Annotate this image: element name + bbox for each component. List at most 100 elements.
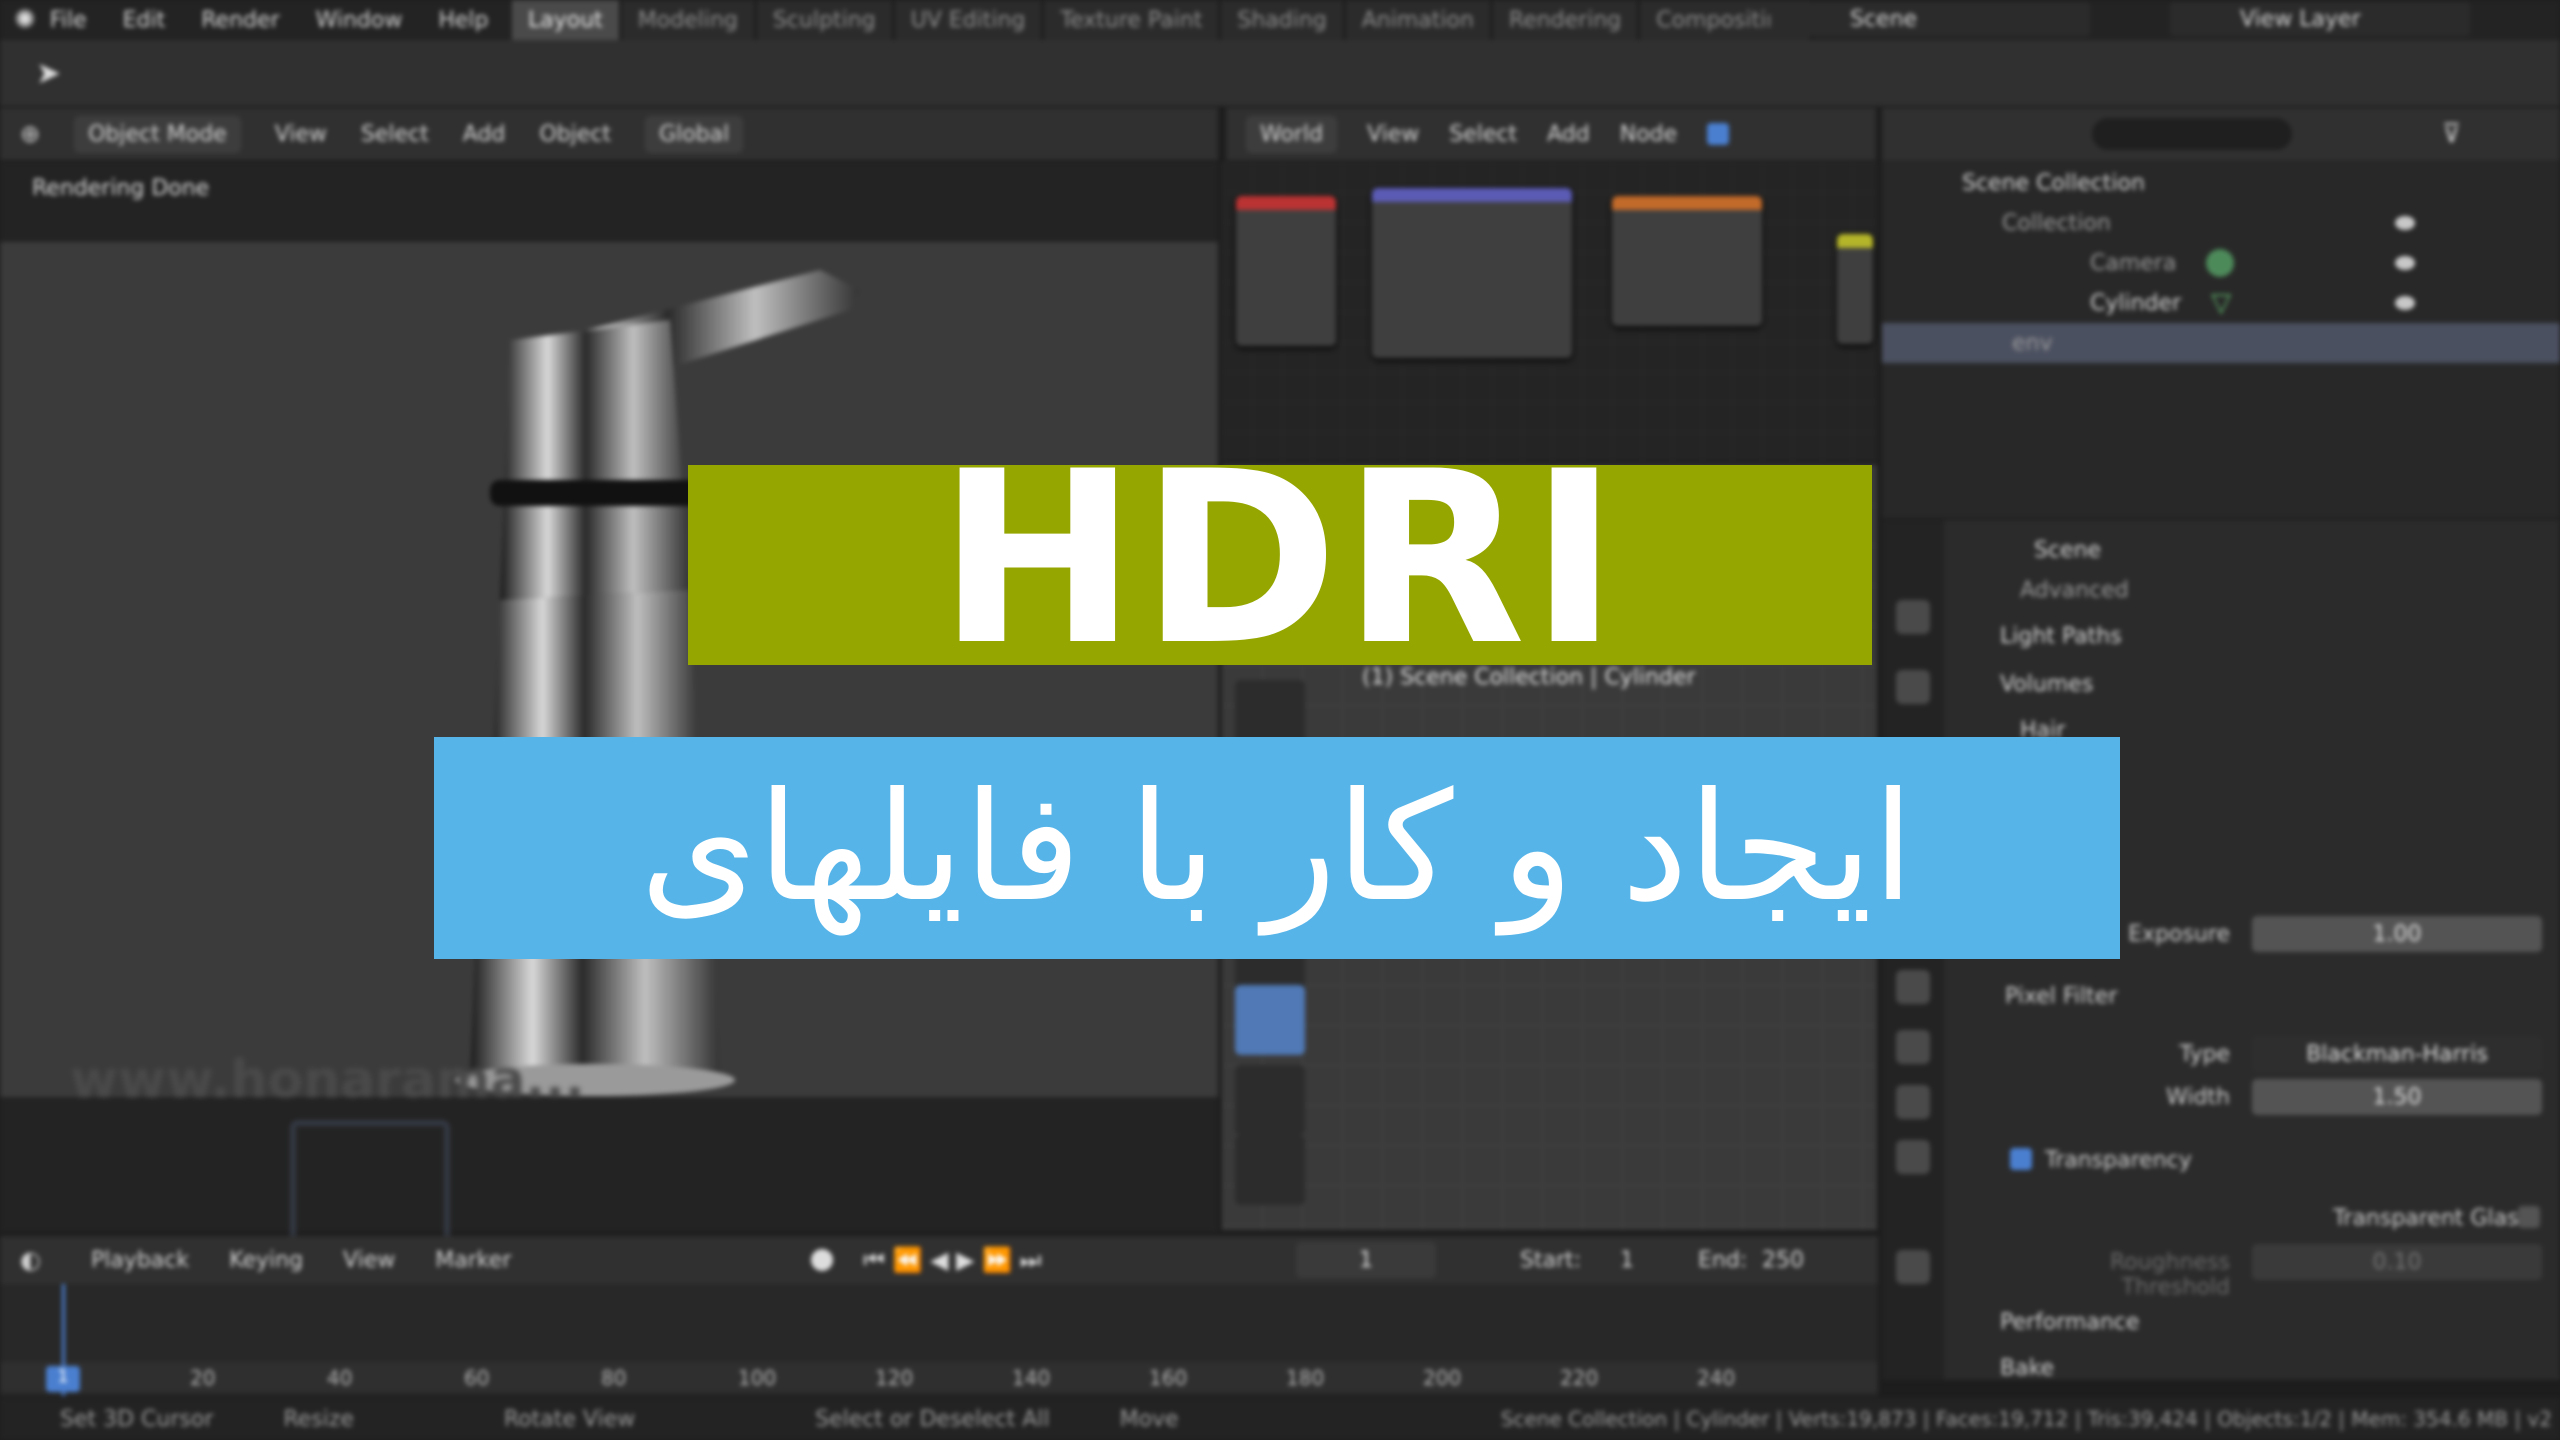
tab-rendering[interactable]: Rendering — [1492, 0, 1641, 40]
menu-help[interactable]: Help — [438, 8, 488, 33]
filter-width-field[interactable]: 1.50 — [2252, 1079, 2542, 1115]
tab-uv-editing[interactable]: UV Editing — [894, 0, 1045, 40]
timeline-tick-label: 240 — [1697, 1366, 1736, 1390]
subtitle-blue-band: ایجاد و کار با فایلهای — [434, 737, 2120, 959]
exposure-field[interactable]: 1.00 — [2252, 916, 2542, 952]
mesh-data-icon: ▽ — [2211, 288, 2232, 318]
texture-properties-icon[interactable] — [1896, 1250, 1930, 1284]
outliner-search-input[interactable] — [2092, 118, 2292, 150]
physics-properties-icon[interactable] — [1896, 1085, 1930, 1119]
modifier-properties-icon[interactable] — [1896, 1030, 1930, 1064]
shader-node-editor[interactable] — [1222, 162, 1877, 462]
outliner-row-collection[interactable]: Collection — [1882, 203, 2560, 243]
section-bake[interactable]: Bake — [1960, 1346, 2540, 1390]
tab-modeling[interactable]: Modeling — [621, 0, 757, 40]
output-properties-icon[interactable] — [1896, 670, 1930, 704]
outliner-row-env[interactable]: env — [1882, 323, 2560, 363]
tool-scale[interactable] — [1235, 985, 1305, 1055]
section-label: Performance — [2000, 1309, 2140, 1335]
section-advanced[interactable]: Advanced — [1960, 568, 2540, 612]
tab-texture-paint[interactable]: Texture Paint — [1044, 0, 1222, 40]
world-properties-icon[interactable] — [1896, 1140, 1930, 1174]
timeline-tick-label: 80 — [601, 1366, 627, 1390]
viewport-top-band — [0, 162, 1218, 242]
object-mode-dropdown[interactable]: Object Mode — [74, 115, 241, 153]
use-nodes-checkbox[interactable] — [1707, 123, 1730, 145]
end-field[interactable]: 250 — [1762, 1248, 1804, 1273]
timeline-menu-view[interactable]: View — [343, 1248, 395, 1273]
visibility-eye-icon[interactable] — [2395, 256, 2415, 270]
visibility-eye-icon[interactable] — [2395, 296, 2415, 310]
section-light-paths[interactable]: Light Paths — [1960, 614, 2540, 658]
outliner-label: env — [2012, 330, 2053, 356]
node-menu-node[interactable]: Node — [1620, 122, 1677, 147]
section-label: Advanced — [2020, 577, 2129, 603]
tool-annotate-line[interactable] — [1235, 1065, 1305, 1135]
section-performance[interactable]: Performance — [1960, 1300, 2540, 1344]
timeline-menu-marker[interactable]: Marker — [435, 1248, 511, 1273]
viewport-menu-select[interactable]: Select — [361, 122, 429, 147]
timeline-editor-icon[interactable]: ◐ — [20, 1246, 41, 1274]
viewport-header: ⊕ Object Mode View Select Add Object Glo… — [0, 108, 1218, 160]
timeline-menu-keying[interactable]: Keying — [229, 1248, 303, 1273]
exposure-label: Exposure — [2128, 922, 2230, 947]
properties-context-label: Scene — [2034, 537, 2102, 563]
filter-type-dropdown[interactable]: Blackman-Harris — [2252, 1036, 2542, 1072]
object-properties-icon[interactable] — [1896, 970, 1930, 1004]
menu-file[interactable]: File — [50, 8, 87, 33]
hint-rotate-view: Rotate View — [503, 1406, 636, 1432]
tab-sculpting[interactable]: Sculpting — [756, 0, 895, 40]
blender-window: ✺ File Edit Render Window Help Layout Mo… — [0, 0, 2560, 1440]
current-frame-field[interactable]: 1 — [1296, 1242, 1436, 1278]
scene-selector[interactable]: Scene — [1770, 2, 2090, 36]
editor-type-icon[interactable]: ⊕ — [20, 120, 40, 148]
outliner-row-cylinder[interactable]: Cylinder ▽ — [1882, 283, 2560, 323]
watermark-text: www.honarama... — [70, 1050, 585, 1110]
tab-shading[interactable]: Shading — [1221, 0, 1346, 40]
node-menu-view[interactable]: View — [1367, 122, 1419, 147]
hdri-title: HDRI — [937, 421, 1623, 698]
start-label: Start: — [1520, 1247, 1582, 1273]
node-output[interactable] — [1837, 234, 1873, 344]
tab-animation[interactable]: Animation — [1345, 0, 1493, 40]
record-button[interactable] — [811, 1249, 834, 1271]
select-cursor-icon[interactable]: ➤ — [36, 56, 61, 91]
start-field[interactable]: 1 — [1620, 1248, 1634, 1273]
viewport-menu-object[interactable]: Object — [539, 122, 611, 147]
orientation-dropdown[interactable]: Global — [645, 115, 744, 153]
node-mapping[interactable] — [1372, 188, 1572, 358]
pixel-filter-label[interactable]: Pixel Filter — [2005, 984, 2117, 1009]
outliner-row-camera[interactable]: Camera — [1882, 243, 2560, 283]
menu-render[interactable]: Render — [201, 8, 279, 33]
node-environment-texture[interactable] — [1236, 196, 1336, 346]
filter-icon[interactable]: ⊽ — [2442, 119, 2461, 149]
scene-name: Scene — [1850, 6, 1918, 32]
timeline-menu-playback[interactable]: Playback — [91, 1248, 189, 1273]
tab-layout[interactable]: Layout — [512, 0, 622, 40]
transparent-glass-label: Transparent Glass — [2333, 1206, 2530, 1231]
node-menu-select[interactable]: Select — [1449, 122, 1517, 147]
hint-resize: Resize — [283, 1406, 354, 1432]
transparent-glass-checkbox[interactable] — [2518, 1206, 2540, 1228]
visibility-eye-icon[interactable] — [2395, 216, 2415, 230]
view-layer-selector[interactable]: View Layer — [2170, 2, 2470, 36]
world-dropdown[interactable]: World — [1246, 115, 1338, 153]
playback-controls-icon[interactable]: ⏮ ⏪ ◀ ▶ ⏩ ⏭ — [863, 1246, 1041, 1274]
blender-logo-icon[interactable]: ✺ — [14, 5, 36, 35]
viewport-bottom-band — [0, 1097, 1218, 1232]
menu-edit[interactable]: Edit — [123, 8, 166, 33]
node-hdr-image[interactable] — [1612, 196, 1762, 326]
transparency-checkbox[interactable] — [2010, 1148, 2032, 1170]
tool-measure[interactable] — [1235, 1135, 1305, 1205]
viewport-menu-add[interactable]: Add — [463, 122, 506, 147]
menu-window[interactable]: Window — [316, 8, 403, 33]
outliner-label: Cylinder — [2090, 290, 2182, 316]
roughness-threshold-field[interactable]: 0.10 — [2252, 1244, 2542, 1280]
section-volumes[interactable]: Volumes — [1960, 662, 2540, 706]
node-menu-add[interactable]: Add — [1547, 122, 1590, 147]
timeline-tick-label: 160 — [1149, 1366, 1188, 1390]
outliner-row-scene-collection[interactable]: Scene Collection — [1882, 163, 2560, 203]
render-properties-icon[interactable] — [1896, 600, 1930, 634]
viewport-menu-view[interactable]: View — [275, 122, 327, 147]
scene-stats: Scene Collection | Cylinder | Verts:19,8… — [1500, 1407, 2552, 1431]
